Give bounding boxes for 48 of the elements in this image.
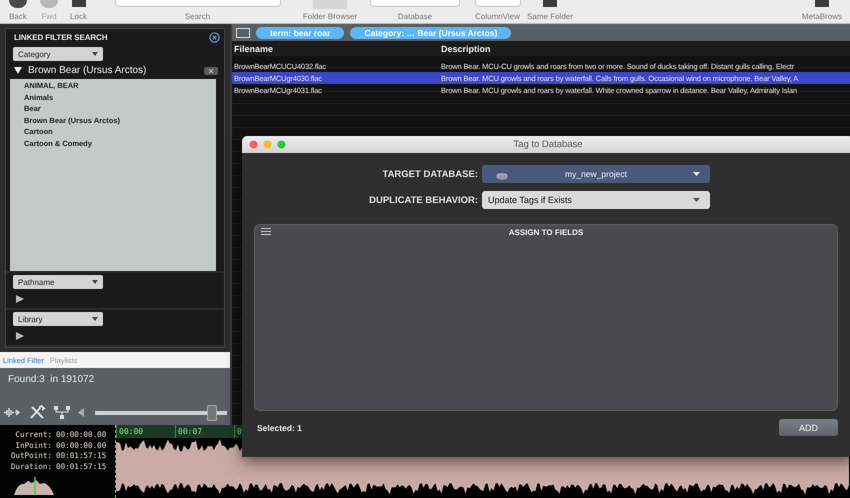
waveform-drawing [14, 475, 54, 495]
database-icon [496, 173, 508, 180]
select-field[interactable]: my_new_project [482, 165, 710, 183]
square-icon [815, 0, 829, 7]
tools-icon[interactable] [28, 405, 46, 420]
caret-icon [92, 280, 98, 284]
collapsed-triangle-icon[interactable] [16, 332, 24, 340]
panel-title: ASSIGN TO FIELDS [508, 228, 584, 236]
toolbar-button[interactable]: Back [0, 0, 36, 23]
square-icon [543, 0, 557, 7]
panel-title: LINKED FILTER SEARCH [14, 33, 108, 42]
caret-icon [693, 172, 700, 176]
toolbar-button[interactable]: Same Folder [525, 0, 575, 23]
toolbar-button[interactable]: Folder Browser [300, 0, 360, 23]
toolbar-button[interactable]: Lock [62, 0, 95, 23]
toolbar-button[interactable]: MetaBrows [794, 0, 850, 23]
waveform-arrow-icon[interactable] [3, 405, 21, 420]
collapsed-triangle-icon[interactable] [16, 295, 24, 303]
field-label: TARGET DATABASE: [381, 168, 478, 180]
filter-dropdown[interactable]: Category [13, 47, 103, 61]
toolbar-button[interactable]: Database [360, 0, 470, 23]
field-label: DUPLICATE BEHAVIOR: [368, 194, 478, 206]
clear-button[interactable] [204, 66, 218, 74]
filter-dropdown[interactable]: Library [13, 312, 103, 326]
column-header[interactable]: Description [439, 44, 850, 54]
slider-thumb[interactable] [207, 404, 218, 420]
results-count: Found:3 in 191072 [8, 374, 94, 385]
caret-icon [92, 52, 98, 56]
caret-icon [693, 198, 700, 202]
time-label: 00:07 [175, 425, 234, 438]
menu-icon[interactable] [261, 228, 271, 235]
expanded-triangle-icon[interactable] [14, 67, 22, 74]
tree-header[interactable]: Brown Bear (Ursus Arctos) [28, 65, 198, 76]
time-label: 00:00 [116, 425, 175, 438]
caret-icon [92, 317, 98, 321]
toolbar-button[interactable]: Search [95, 0, 300, 23]
dialog-title: Tag to Database [513, 139, 583, 150]
checkbox-icon[interactable] [236, 28, 250, 38]
toolbar-button[interactable]: ColumnView [470, 0, 525, 23]
x-icon [209, 68, 213, 72]
left-triangle-icon[interactable] [78, 408, 84, 417]
square-icon [72, 0, 86, 7]
select-field[interactable]: Update Tags if Exists [482, 191, 710, 209]
filter-dropdown[interactable]: Pathname [13, 275, 103, 289]
add-button[interactable]: ADD [779, 419, 838, 436]
column-header[interactable]: Filename [232, 44, 439, 54]
hierarchy-icon[interactable] [53, 405, 71, 420]
close-icon[interactable] [209, 32, 220, 43]
